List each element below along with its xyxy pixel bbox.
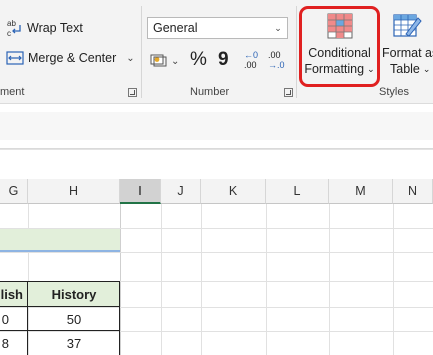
merge-center-button[interactable]: Merge & Center ⌄ — [6, 50, 135, 66]
grid-line — [201, 204, 202, 355]
column-header-g[interactable]: G — [0, 179, 28, 204]
grid-line — [393, 204, 394, 355]
merge-center-icon — [6, 50, 24, 66]
number-format-value: General — [153, 21, 198, 35]
chevron-down-icon[interactable]: ⌄ — [171, 56, 179, 67]
table-cell[interactable]: 0 — [0, 307, 28, 331]
column-letter: L — [293, 184, 301, 198]
column-header-j[interactable]: J — [161, 179, 201, 204]
cell-value: 50 — [66, 311, 82, 327]
column-letter: J — [177, 184, 184, 198]
format-as-table-icon — [382, 12, 433, 42]
percent-style-button[interactable]: % — [190, 49, 207, 71]
decrease-decimal-top: .00 — [268, 50, 281, 60]
decrease-decimal-button[interactable]: .00 →.0 — [268, 50, 285, 70]
column-header-k[interactable]: K — [201, 179, 266, 204]
grid-line — [161, 204, 162, 355]
table-cell[interactable]: 50 — [28, 307, 120, 331]
accounting-format-button[interactable]: ⌄ — [150, 52, 179, 71]
column-letter: G — [8, 184, 19, 198]
table-header-cell[interactable]: lish — [0, 281, 28, 307]
format-as-table-label-1: Format as — [382, 46, 433, 60]
grid-line — [120, 204, 121, 355]
grid-line — [0, 252, 433, 253]
alignment-dialog-launcher-icon[interactable] — [128, 88, 137, 97]
column-letter: N — [407, 184, 418, 198]
svg-text:c: c — [7, 29, 11, 38]
table-header-label: lish — [0, 286, 23, 302]
column-header-h[interactable]: H — [28, 179, 120, 204]
accounting-format-icon — [150, 52, 168, 71]
wrap-text-icon: ab c — [6, 18, 24, 38]
column-header-m[interactable]: M — [329, 179, 393, 204]
number-group-label: Number — [190, 86, 230, 98]
table-cell[interactable]: 37 — [28, 331, 120, 355]
column-header-n[interactable]: N — [393, 179, 433, 204]
highlight-box — [299, 6, 380, 87]
column-letter: H — [68, 184, 79, 198]
table-cell[interactable]: 8 — [0, 331, 28, 355]
chevron-down-icon: ⌄ — [422, 64, 431, 74]
increase-decimal-button[interactable]: ←0 .00 — [244, 50, 258, 70]
title-band-cell[interactable] — [0, 229, 120, 252]
increase-decimal-top: ←0 — [244, 50, 259, 60]
alignment-group-label: ment — [0, 86, 25, 98]
sheet-top-gap — [0, 149, 433, 179]
column-letter: K — [228, 184, 238, 198]
column-letter: I — [138, 183, 142, 198]
chevron-down-icon[interactable]: ⌄ — [126, 53, 134, 64]
styles-group-label: Styles — [379, 86, 409, 98]
table-header-label: History — [51, 286, 97, 302]
percent-label: % — [190, 49, 207, 70]
group-separator — [141, 6, 142, 98]
formula-bar[interactable] — [0, 112, 433, 140]
comma-style-button[interactable]: 9 — [218, 49, 229, 71]
ribbon: ab c Wrap Text Merge & Center ⌄ ment Gen… — [0, 0, 433, 104]
column-header-l[interactable]: L — [266, 179, 329, 204]
column-header-i[interactable]: I — [120, 179, 161, 204]
merge-center-label: Merge & Center — [28, 51, 117, 65]
wrap-text-button[interactable]: ab c Wrap Text — [6, 18, 83, 38]
format-as-table-button[interactable]: Format as Table ⌄ — [378, 12, 433, 77]
cell-value: 37 — [66, 335, 82, 351]
grid-line — [329, 204, 330, 355]
group-separator — [296, 6, 297, 98]
wrap-text-label: Wrap Text — [27, 21, 83, 35]
increase-decimal-bottom: .00 — [244, 60, 257, 70]
cell-value: 0 — [1, 311, 9, 327]
chevron-down-icon[interactable]: ⌄ — [269, 18, 287, 38]
number-format-dropdown[interactable]: General ⌄ — [147, 17, 288, 39]
column-letter: M — [355, 184, 366, 198]
comma-label: 9 — [218, 49, 229, 70]
cell-value: 8 — [1, 335, 9, 351]
table-header-cell[interactable]: History — [28, 281, 120, 307]
decrease-decimal-bottom: →.0 — [268, 60, 285, 70]
svg-text:ab: ab — [7, 19, 16, 28]
format-as-table-label-2: Table — [390, 62, 420, 76]
grid-line — [266, 204, 267, 355]
number-dialog-launcher-icon[interactable] — [284, 88, 293, 97]
